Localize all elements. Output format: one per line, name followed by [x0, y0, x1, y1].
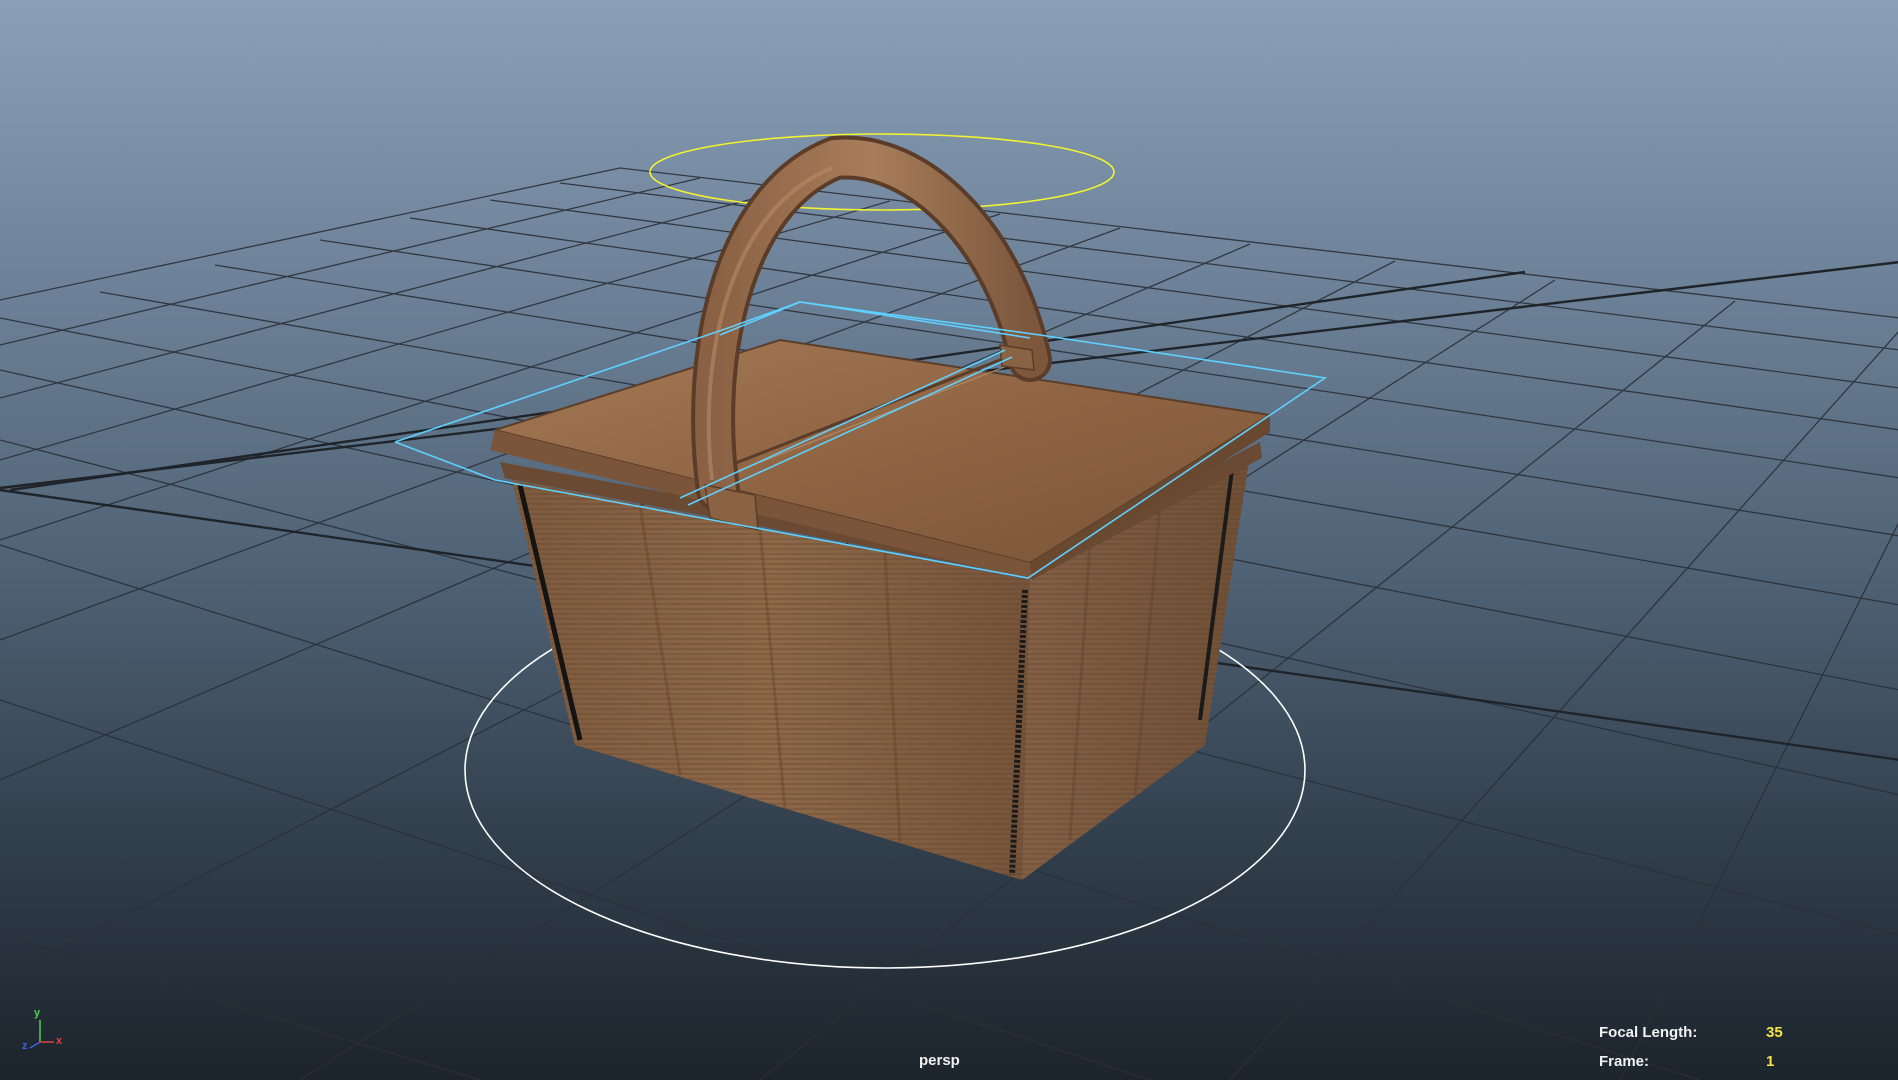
focal-length-value: 35	[1766, 1024, 1783, 1041]
perspective-viewport[interactable]: y x z persp Focal Length: 35 Frame: 1	[0, 0, 1898, 1080]
frame-value: 1	[1766, 1053, 1775, 1070]
frame-label: Frame:	[1599, 1053, 1650, 1070]
axis-z-label: z	[22, 1040, 28, 1052]
axis-x-label: x	[56, 1035, 63, 1047]
axis-y-label: y	[34, 1007, 41, 1019]
picnic-basket[interactable]	[490, 339, 1271, 880]
focal-length-label: Focal Length:	[1599, 1024, 1698, 1041]
camera-name-label: persp	[919, 1052, 960, 1069]
axis-gizmo	[29, 1020, 54, 1049]
scene-canvas[interactable]	[0, 0, 1898, 1080]
